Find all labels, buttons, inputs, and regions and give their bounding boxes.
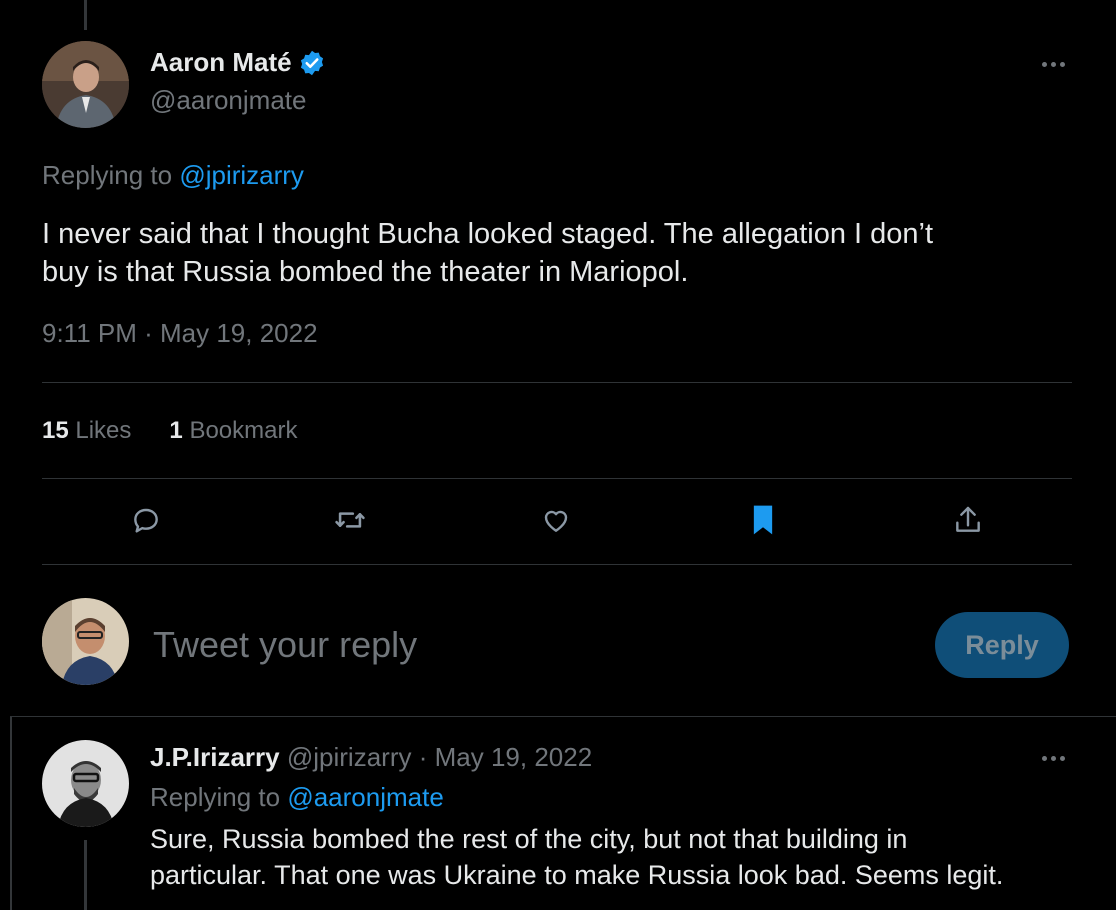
author-name[interactable]: Aaron Maté (150, 47, 292, 78)
reply-separator: · (418, 742, 428, 772)
more-options-icon[interactable] (1042, 62, 1065, 67)
reply-text-line: particular. That one was Ukraine to make… (150, 860, 1004, 890)
current-user-avatar[interactable] (42, 598, 129, 685)
tweet-timestamp[interactable]: 9:11 PM · May 19, 2022 (42, 318, 318, 349)
reply-icon[interactable] (124, 498, 168, 542)
reply-author-handle[interactable]: @jpirizarry (287, 742, 412, 772)
reply-author-avatar[interactable] (42, 740, 129, 827)
reply-replying-to-link[interactable]: @aaronjmate (287, 782, 443, 812)
thread-line-left-border (10, 716, 12, 910)
bookmarks-stat[interactable]: 1 Bookmark (169, 417, 297, 445)
reply-more-options-icon[interactable] (1042, 756, 1065, 761)
bookmarks-count: 1 (169, 417, 183, 444)
reply-input[interactable]: Tweet your reply (153, 624, 893, 666)
likes-count: 15 (42, 417, 69, 444)
reply-text-line: Sure, Russia bombed the rest of the city… (150, 824, 908, 854)
divider (10, 716, 1116, 717)
reply-header: J.P.Irizarry @jpirizarry · May 19, 2022 (150, 742, 592, 773)
bookmarks-label: Bookmark (189, 417, 298, 444)
like-icon[interactable] (534, 498, 578, 542)
replying-to-prefix: Replying to (42, 160, 173, 190)
reply-text: Sure, Russia bombed the rest of the city… (150, 821, 1003, 893)
tweet-text: I never said that I thought Bucha looked… (42, 215, 933, 291)
author-handle[interactable]: @aaronjmate (150, 85, 306, 116)
divider (42, 564, 1072, 565)
thread-line-top (84, 0, 87, 30)
reply-replying-to-line: Replying to @aaronjmate (150, 782, 444, 813)
reply-button[interactable]: Reply (935, 612, 1069, 678)
bookmark-icon[interactable] (741, 498, 785, 542)
thread-line-bottom (84, 840, 87, 910)
divider (42, 382, 1072, 383)
reply-date[interactable]: May 19, 2022 (435, 742, 593, 772)
divider (42, 478, 1072, 479)
share-icon[interactable] (946, 498, 990, 542)
author-name-row: Aaron Maté (150, 47, 326, 78)
author-avatar[interactable] (42, 41, 129, 128)
stats-row: 15 Likes 1 Bookmark (42, 417, 297, 445)
replying-to-line: Replying to @jpirizarry (42, 160, 304, 191)
retweet-icon[interactable] (328, 498, 372, 542)
reply-author-name[interactable]: J.P.Irizarry (150, 742, 280, 772)
likes-label: Likes (75, 417, 132, 444)
reply-replying-to-prefix: Replying to (150, 782, 281, 812)
tweet-text-line: buy is that Russia bombed the theater in… (42, 256, 689, 288)
verified-badge-icon (298, 49, 326, 77)
likes-stat[interactable]: 15 Likes (42, 417, 131, 445)
replying-to-link[interactable]: @jpirizarry (179, 160, 304, 190)
tweet-text-line: I never said that I thought Bucha looked… (42, 218, 934, 250)
